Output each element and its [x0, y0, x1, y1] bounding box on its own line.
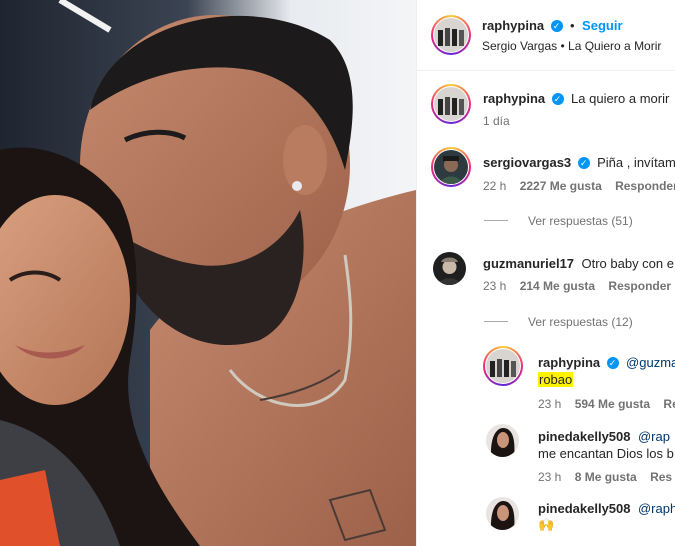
comments-panel: raphypina ✓ • Seguir Sergio Vargas • La … [416, 0, 675, 546]
replies-divider [484, 321, 508, 322]
reply-button[interactable]: Responder [608, 279, 671, 293]
comment-username[interactable]: guzmanuriel17 [483, 256, 574, 271]
separator-dot: • [570, 18, 575, 33]
reply-button[interactable]: Res [663, 397, 675, 411]
reply-button[interactable]: Res [650, 470, 672, 484]
reply-text: me encantan Dios los b [538, 446, 674, 461]
reply-username[interactable]: pinedakelly508 [538, 429, 631, 444]
reply-meta: 23 h 8 Me gusta Res [538, 470, 672, 484]
reply-username[interactable]: pinedakelly508 [538, 501, 631, 516]
reply-text-line: robao [538, 372, 574, 387]
view-replies-button[interactable]: Ver respuestas (12) [528, 315, 633, 329]
reply-avatar[interactable] [486, 497, 519, 530]
profile-photo-icon [434, 150, 468, 184]
author-avatar[interactable] [431, 15, 471, 55]
author-username[interactable]: raphypina [482, 18, 544, 33]
comment-text: Otro baby con e [581, 256, 674, 271]
comment-meta: 23 h 214 Me gusta Responder [483, 279, 671, 293]
reply-mention[interactable]: @raph [638, 501, 675, 516]
group-photo-icon [486, 349, 520, 383]
verified-icon: ✓ [550, 19, 563, 32]
audio-label[interactable]: Sergio Vargas • La Quiero a Morir [482, 39, 661, 53]
reply-avatar[interactable] [483, 346, 523, 386]
caption-username[interactable]: raphypina [483, 91, 545, 106]
caption-text: La quiero a morir [571, 91, 670, 106]
group-photo-icon [434, 18, 468, 52]
reply-time[interactable]: 23 h [538, 397, 561, 411]
comment-likes[interactable]: 2227 Me gusta [520, 179, 602, 193]
profile-photo-icon [486, 424, 519, 457]
reply-row: raphypina ✓ @guzma [538, 354, 675, 372]
reply-row: pinedakelly508 @raph [538, 500, 675, 518]
comment-avatar[interactable] [433, 252, 466, 285]
replies-divider [484, 220, 508, 221]
reply-row: pinedakelly508 @rap [538, 428, 670, 446]
comment-row: sergiovargas3 ✓ Piña , invítame [483, 154, 675, 172]
caption-avatar[interactable] [431, 84, 471, 124]
profile-photo-icon [486, 497, 519, 530]
highlighted-text: robao [538, 372, 574, 387]
comment-username[interactable]: sergiovargas3 [483, 155, 571, 170]
comment-likes[interactable]: 214 Me gusta [520, 279, 595, 293]
reply-text: 🙌 [538, 517, 555, 532]
follow-button[interactable]: Seguir [582, 18, 622, 33]
reply-button[interactable]: Responder [615, 179, 675, 193]
caption-row: raphypina ✓ La quiero a morir [483, 90, 669, 108]
group-photo-icon [434, 87, 468, 121]
comment-time[interactable]: 22 h [483, 179, 506, 193]
comment-text: Piña , invítame [597, 155, 675, 170]
verified-icon: ✓ [551, 92, 564, 105]
comment-avatar[interactable] [431, 147, 471, 187]
view-replies-button[interactable]: Ver respuestas (51) [528, 214, 633, 228]
caption-time[interactable]: 1 día [483, 114, 510, 128]
reply-meta: 23 h 594 Me gusta Res [538, 397, 675, 411]
comment-time[interactable]: 23 h [483, 279, 506, 293]
verified-icon: ✓ [577, 156, 590, 169]
comment-meta: 22 h 2227 Me gusta Responder [483, 179, 675, 193]
reply-likes[interactable]: 594 Me gusta [575, 397, 650, 411]
verified-icon: ✓ [606, 356, 619, 369]
reply-username[interactable]: raphypina [538, 355, 600, 370]
reply-mention[interactable]: @guzma [626, 355, 675, 370]
post-photo-illustration [0, 0, 416, 546]
reply-likes[interactable]: 8 Me gusta [575, 470, 637, 484]
post-header: raphypina ✓ • Seguir Sergio Vargas • La … [417, 0, 675, 71]
reply-time[interactable]: 23 h [538, 470, 561, 484]
reply-avatar[interactable] [486, 424, 519, 457]
post-photo[interactable] [0, 0, 416, 546]
profile-photo-icon [433, 252, 466, 285]
comment-row: guzmanuriel17 Otro baby con e [483, 255, 674, 273]
reply-mention[interactable]: @rap [638, 429, 670, 444]
